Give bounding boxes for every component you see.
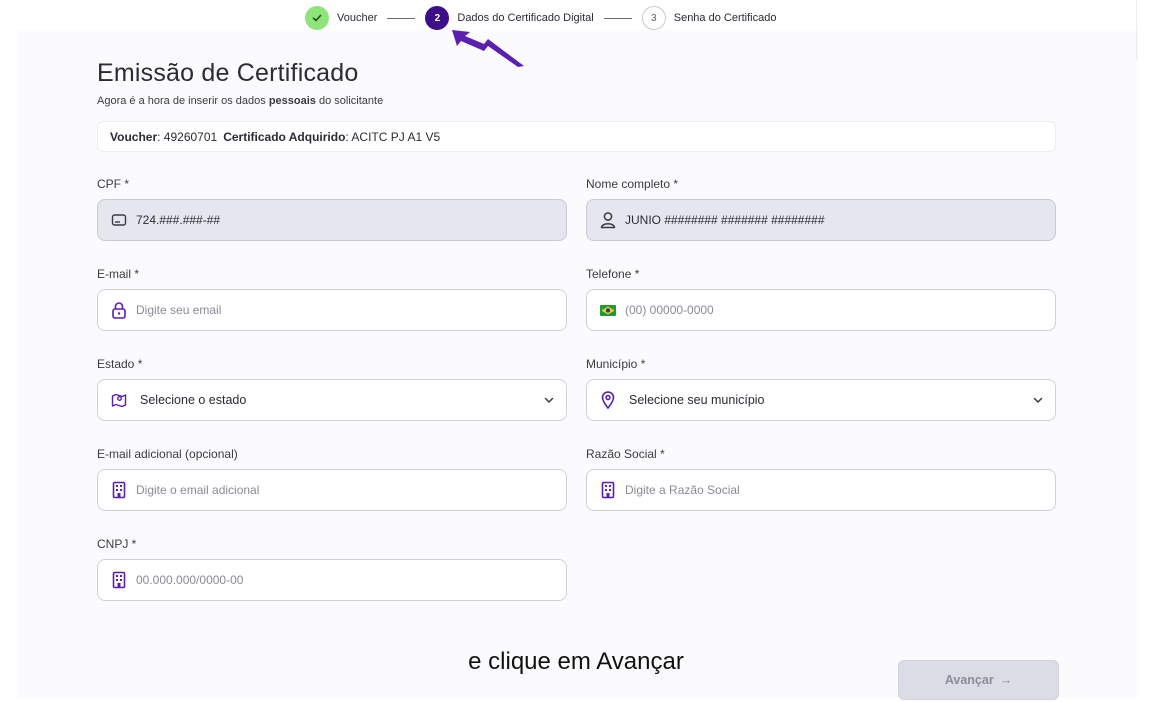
certificate-label: Certificado Adquirido xyxy=(223,129,346,144)
voucher-label: Voucher xyxy=(110,129,158,144)
step-label: Senha do Certificado xyxy=(673,12,777,24)
cnpj-placeholder: 00.000.000/0000-00 xyxy=(136,573,244,587)
step-label: Dados do Certificado Digital xyxy=(457,12,594,24)
page-title: Emissão de Certificado xyxy=(97,59,359,87)
estado-label: Estado * xyxy=(97,357,143,371)
voucher-value: : 49260701 xyxy=(157,129,218,144)
email-input[interactable]: Digite seu email xyxy=(97,289,567,331)
telefone-label: Telefone * xyxy=(586,267,640,281)
telefone-placeholder: (00) 00000-0000 xyxy=(625,303,714,317)
stepper: Voucher 2 Dados do Certificado Digital 3… xyxy=(305,6,776,30)
brazil-flag-icon xyxy=(599,301,617,319)
map-icon xyxy=(110,391,128,409)
estado-value: Selecione o estado xyxy=(140,393,247,407)
municipio-label: Município * xyxy=(586,357,646,371)
next-button[interactable]: Avançar → xyxy=(898,660,1059,700)
razao-social-input[interactable]: Digite a Razão Social xyxy=(586,469,1056,511)
step-number: 2 xyxy=(425,6,450,30)
user-icon xyxy=(599,211,617,229)
municipio-value: Selecione seu município xyxy=(629,393,765,407)
panel-edge xyxy=(1136,0,1137,60)
email-placeholder: Digite seu email xyxy=(136,303,222,317)
chevron-down-icon[interactable] xyxy=(1031,393,1045,407)
estado-select[interactable]: Selecione o estado xyxy=(97,379,567,421)
building-icon xyxy=(110,571,128,589)
step-senha[interactable]: 3 Senha do Certificado xyxy=(641,6,777,30)
municipio-select[interactable]: Selecione seu município xyxy=(586,379,1056,421)
lock-icon xyxy=(110,301,128,319)
building-icon xyxy=(599,481,617,499)
certificate-value: : ACITC PJ A1 V5 xyxy=(345,129,441,144)
cnpj-input[interactable]: 00.000.000/0000-00 xyxy=(97,559,567,601)
chevron-down-icon[interactable] xyxy=(542,393,556,407)
email-adicional-input[interactable]: Digite o email adicional xyxy=(97,469,567,511)
cnpj-label: CNPJ * xyxy=(97,537,137,551)
building-icon xyxy=(110,481,128,499)
pointer-arrow-icon xyxy=(452,30,524,67)
voucher-summary: Voucher: 49260701 Certificado Adquirido:… xyxy=(97,121,1056,152)
cpf-field[interactable]: 724.###.###-## xyxy=(97,199,567,241)
id-card-icon xyxy=(110,211,128,229)
step-connector xyxy=(603,17,632,19)
check-icon xyxy=(305,6,329,30)
razao-social-placeholder: Digite a Razão Social xyxy=(625,483,740,497)
page-subtitle: Agora é a hora de inserir os dados pesso… xyxy=(97,95,384,107)
next-button-label: Avançar xyxy=(944,673,994,687)
nome-field[interactable]: JUNIO ######## ####### ######## xyxy=(586,199,1056,241)
nome-label: Nome completo * xyxy=(586,177,679,191)
nome-value: JUNIO ######## ####### ######## xyxy=(625,213,825,227)
step-number: 3 xyxy=(641,6,666,30)
razao-social-label: Razão Social * xyxy=(586,447,665,461)
email-label: E-mail * xyxy=(97,267,140,281)
cpf-label: CPF * xyxy=(97,177,130,191)
cpf-value: 724.###.###-## xyxy=(136,213,221,227)
step-voucher[interactable]: Voucher xyxy=(305,6,377,30)
email-adicional-label: E-mail adicional (opcional) xyxy=(97,447,238,461)
arrow-right-icon: → xyxy=(999,673,1013,687)
email-adicional-placeholder: Digite o email adicional xyxy=(136,483,260,497)
step-label: Voucher xyxy=(337,12,378,24)
telefone-input[interactable]: (00) 00000-0000 xyxy=(586,289,1056,331)
map-pin-icon xyxy=(599,391,617,409)
step-connector xyxy=(387,17,416,19)
